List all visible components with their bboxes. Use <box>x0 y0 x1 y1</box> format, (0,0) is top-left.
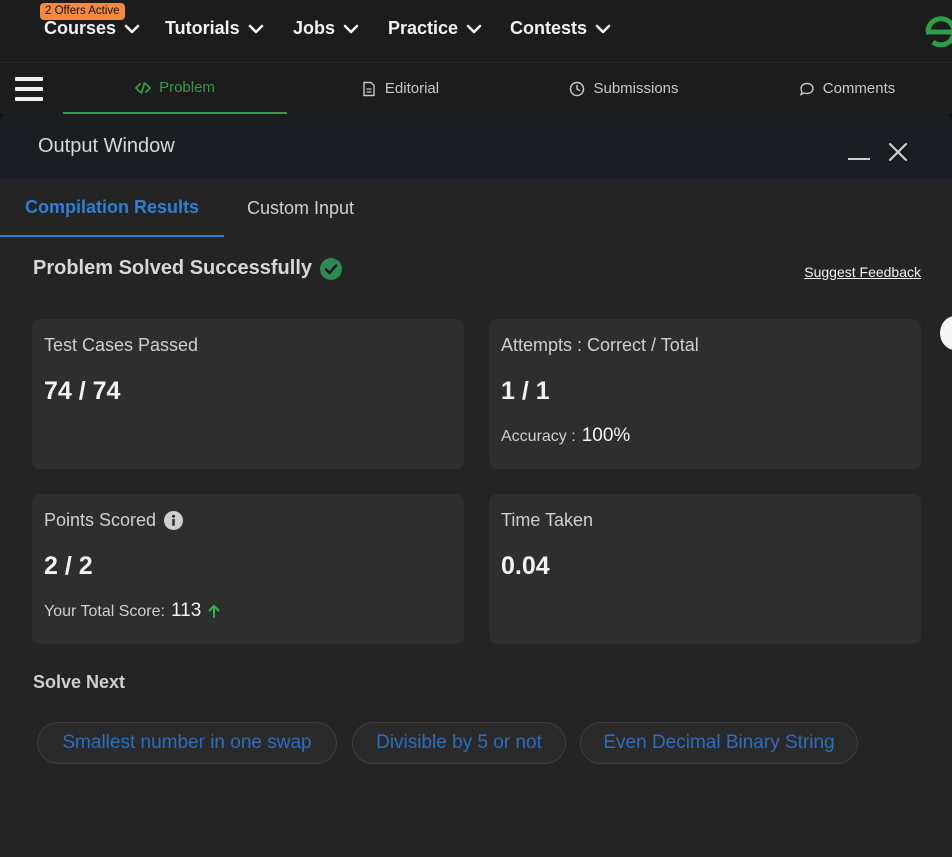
points-label: Points Scored <box>44 510 157 530</box>
nav-practice[interactable]: Practice <box>388 18 482 39</box>
output-window-header: Output Window <box>0 114 952 179</box>
solve-next-heading: Solve Next <box>33 672 126 692</box>
accuracy-value: 100% <box>581 425 631 446</box>
tab-editorial-label: Editorial <box>384 80 440 97</box>
chevron-down-icon <box>343 24 359 33</box>
tab-problem-label: Problem <box>159 79 215 96</box>
nav-practice-label: Practice <box>388 18 459 38</box>
clock-icon <box>570 81 585 96</box>
total-score-row: Your Total Score: 113 <box>44 600 221 622</box>
card-attempts: Attempts : Correct / Total 1 / 1 Accurac… <box>489 319 921 469</box>
solve-next-chip[interactable]: Smallest number in one swap <box>37 722 337 764</box>
total-score-value: 113 <box>170 600 202 621</box>
chevron-down-icon <box>466 24 482 33</box>
close-icon[interactable] <box>888 142 908 162</box>
points-value: 2 / 2 <box>44 552 93 580</box>
attempts-value: 1 / 1 <box>501 377 550 405</box>
tab-comments-label: Comments <box>822 80 896 97</box>
time-taken-value: 0.04 <box>501 552 550 580</box>
problem-tab-bar: Problem Editorial Submissions Comments <box>0 62 952 114</box>
tab-submissions-label: Submissions <box>593 80 679 97</box>
nav-jobs[interactable]: Jobs <box>293 18 359 39</box>
nav-courses-label: Courses <box>44 18 117 38</box>
tab-comments[interactable]: Comments <box>780 63 914 114</box>
nav-tutorials[interactable]: Tutorials <box>165 18 264 39</box>
chevron-down-icon <box>595 24 611 33</box>
output-window-title: Output Window <box>38 135 175 157</box>
top-nav: 2 Offers Active Courses Tutorials Jobs P… <box>0 0 952 62</box>
tab-submissions[interactable]: Submissions <box>552 63 696 114</box>
nav-contests[interactable]: Contests <box>510 18 611 39</box>
tab-compilation-results[interactable]: Compilation Results <box>0 179 224 237</box>
card-points: Points Scored 2 / 2 Your Total Score: 11… <box>32 494 464 644</box>
nav-tutorials-label: Tutorials <box>165 18 240 38</box>
accuracy-label: Accuracy : <box>501 428 576 445</box>
solve-next-chip[interactable]: Divisible by 5 or not <box>352 722 566 764</box>
chevron-down-icon <box>124 24 140 33</box>
test-cases-label: Test Cases Passed <box>44 335 199 355</box>
test-cases-value: 74 / 74 <box>44 377 121 405</box>
solve-next-chip[interactable]: Even Decimal Binary String <box>580 722 858 764</box>
code-icon <box>135 81 152 94</box>
info-icon[interactable] <box>164 511 184 530</box>
suggest-feedback-link[interactable]: Suggest Feedback <box>804 264 921 280</box>
tab-custom-input[interactable]: Custom Input <box>247 179 354 237</box>
points-label-row: Points Scored <box>44 510 184 531</box>
card-time-taken: Time Taken 0.04 <box>489 494 921 644</box>
card-test-cases: Test Cases Passed 74 / 74 <box>32 319 464 469</box>
status-message: Problem Solved Successfully <box>33 257 342 280</box>
site-logo[interactable] <box>922 14 952 50</box>
tab-problem[interactable]: Problem <box>63 63 287 114</box>
total-score-label: Your Total Score: <box>44 603 165 620</box>
logo-icon <box>925 16 952 48</box>
output-tabs: Compilation Results Custom Input <box>0 179 952 237</box>
chevron-down-icon <box>248 24 263 33</box>
menu-button[interactable] <box>15 77 43 101</box>
nav-courses[interactable]: Courses <box>44 18 140 39</box>
status-text: Problem Solved Successfully <box>33 257 312 279</box>
nav-jobs-label: Jobs <box>293 18 336 38</box>
arrow-up-icon <box>208 605 220 618</box>
document-icon <box>363 81 375 96</box>
comment-icon <box>799 82 814 96</box>
time-taken-label: Time Taken <box>501 510 594 530</box>
nav-contests-label: Contests <box>510 18 588 38</box>
minimize-button[interactable] <box>848 158 870 160</box>
attempts-label: Attempts : Correct / Total <box>501 335 699 355</box>
accuracy-row: Accuracy : 100% <box>501 425 630 447</box>
check-circle-icon <box>320 257 342 280</box>
tab-editorial[interactable]: Editorial <box>330 63 470 114</box>
output-window: Output Window Compilation Results Custom… <box>0 114 952 857</box>
